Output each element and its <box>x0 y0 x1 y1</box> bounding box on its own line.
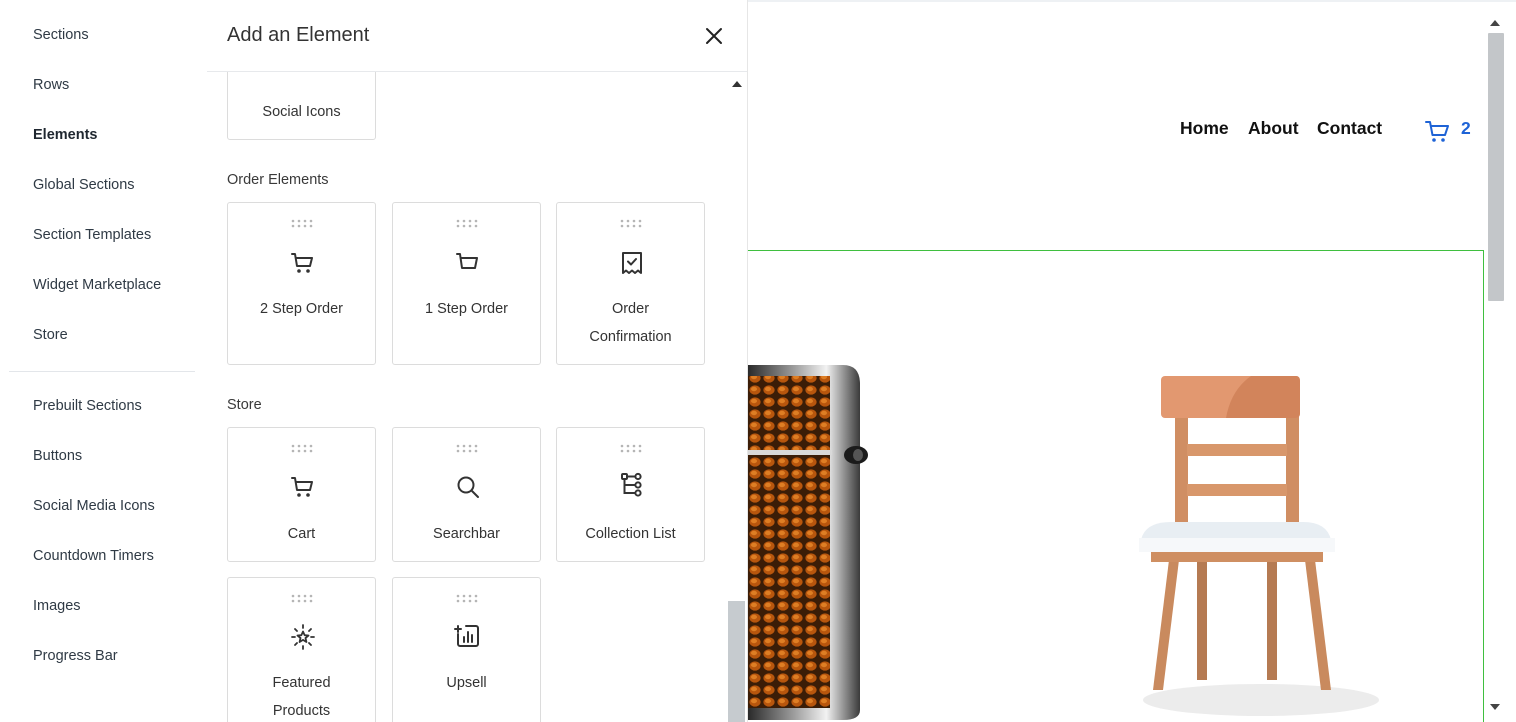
search-icon <box>457 476 479 498</box>
card-label: Cart <box>287 526 316 542</box>
element-card-2-step-order[interactable]: 2 Step Order <box>227 202 376 365</box>
element-card-order-confirmation[interactable]: Order Confirmation <box>556 202 705 365</box>
element-card-searchbar[interactable]: Searchbar <box>392 427 541 562</box>
element-card-cart[interactable]: Cart <box>227 427 376 562</box>
drag-grip-icon[interactable] <box>291 594 313 603</box>
element-card-upsell[interactable]: Upsell <box>392 577 541 722</box>
panel-scrollbar-thumb[interactable] <box>728 601 745 722</box>
card-label: Social Icons <box>262 104 341 120</box>
nav-item-social-media-icons[interactable]: Social Media Icons <box>33 498 155 514</box>
cart-icon <box>291 253 313 273</box>
scroll-up-arrow-icon[interactable] <box>1490 20 1500 26</box>
receipt-check-icon <box>622 252 642 274</box>
card-label-line1: Order <box>611 301 650 317</box>
section-label-order-elements: Order Elements <box>227 172 329 188</box>
hierarchy-icon <box>621 472 642 497</box>
drag-grip-icon[interactable] <box>291 219 313 228</box>
cart-icon[interactable] <box>1425 118 1451 144</box>
card-label-line1: Featured <box>272 675 331 691</box>
nav-divider <box>9 371 195 372</box>
card-label-line2: Confirmation <box>589 329 672 345</box>
drag-grip-icon[interactable] <box>456 594 478 603</box>
card-label: 2 Step Order <box>259 301 343 317</box>
scroll-down-arrow-icon[interactable] <box>1490 704 1500 710</box>
scroll-up-arrow-icon[interactable] <box>732 81 742 87</box>
cart-icon <box>456 253 478 269</box>
preview-top-border <box>748 0 1516 2</box>
drag-grip-icon[interactable] <box>456 219 478 228</box>
add-element-panel: Add an Element Social Icons Order Elemen… <box>207 0 748 722</box>
element-card-collection-list[interactable]: Collection List <box>556 427 705 562</box>
nav-item-elements[interactable]: Elements <box>33 127 97 143</box>
website-preview: Home About Contact 2 <box>748 0 1516 722</box>
nav-item-store[interactable]: Store <box>33 327 68 343</box>
product-image-chair[interactable] <box>1131 372 1385 720</box>
nav-item-countdown-timers[interactable]: Countdown Timers <box>33 548 154 564</box>
element-card-1-step-order[interactable]: 1 Step Order <box>392 202 541 365</box>
close-panel-button[interactable] <box>702 24 726 48</box>
chart-plus-icon <box>454 625 479 647</box>
card-label: Collection List <box>585 526 676 542</box>
close-icon <box>706 28 722 44</box>
card-label: Searchbar <box>433 526 500 542</box>
nav-item-images[interactable]: Images <box>33 598 81 614</box>
nav-item-buttons[interactable]: Buttons <box>33 448 82 464</box>
builder-left-nav: Sections Rows Elements Global Sections S… <box>0 0 207 722</box>
sparkle-star-icon <box>291 624 315 650</box>
nav-item-global-sections[interactable]: Global Sections <box>33 177 135 193</box>
panel-title: Add an Element <box>227 24 370 46</box>
preview-scrollbar-thumb[interactable] <box>1488 33 1504 301</box>
nav-item-rows[interactable]: Rows <box>33 77 69 93</box>
cart-icon <box>291 477 313 497</box>
drag-grip-icon[interactable] <box>620 219 642 228</box>
menu-link-about[interactable]: About <box>1248 118 1299 139</box>
nav-item-widget-marketplace[interactable]: Widget Marketplace <box>33 277 161 293</box>
panel-header: Add an Element <box>207 0 747 72</box>
nav-item-progress-bar[interactable]: Progress Bar <box>33 648 118 664</box>
card-label: 1 Step Order <box>424 301 508 317</box>
drag-grip-icon[interactable] <box>291 444 313 453</box>
nav-item-sections[interactable]: Sections <box>33 27 89 43</box>
drag-grip-icon[interactable] <box>456 444 478 453</box>
section-label-store: Store <box>227 397 262 413</box>
element-card-featured-products[interactable]: Featured Products <box>227 577 376 722</box>
card-label-line2: Products <box>272 703 331 719</box>
card-label: Upsell <box>446 675 487 691</box>
nav-item-section-templates[interactable]: Section Templates <box>33 227 151 243</box>
cart-count-badge: 2 <box>1461 118 1471 138</box>
drag-grip-icon[interactable] <box>620 444 642 453</box>
nav-item-prebuilt-sections[interactable]: Prebuilt Sections <box>33 398 142 414</box>
menu-link-contact[interactable]: Contact <box>1317 118 1382 139</box>
menu-link-home[interactable]: Home <box>1180 118 1229 139</box>
product-image-lighter[interactable] <box>748 360 880 722</box>
